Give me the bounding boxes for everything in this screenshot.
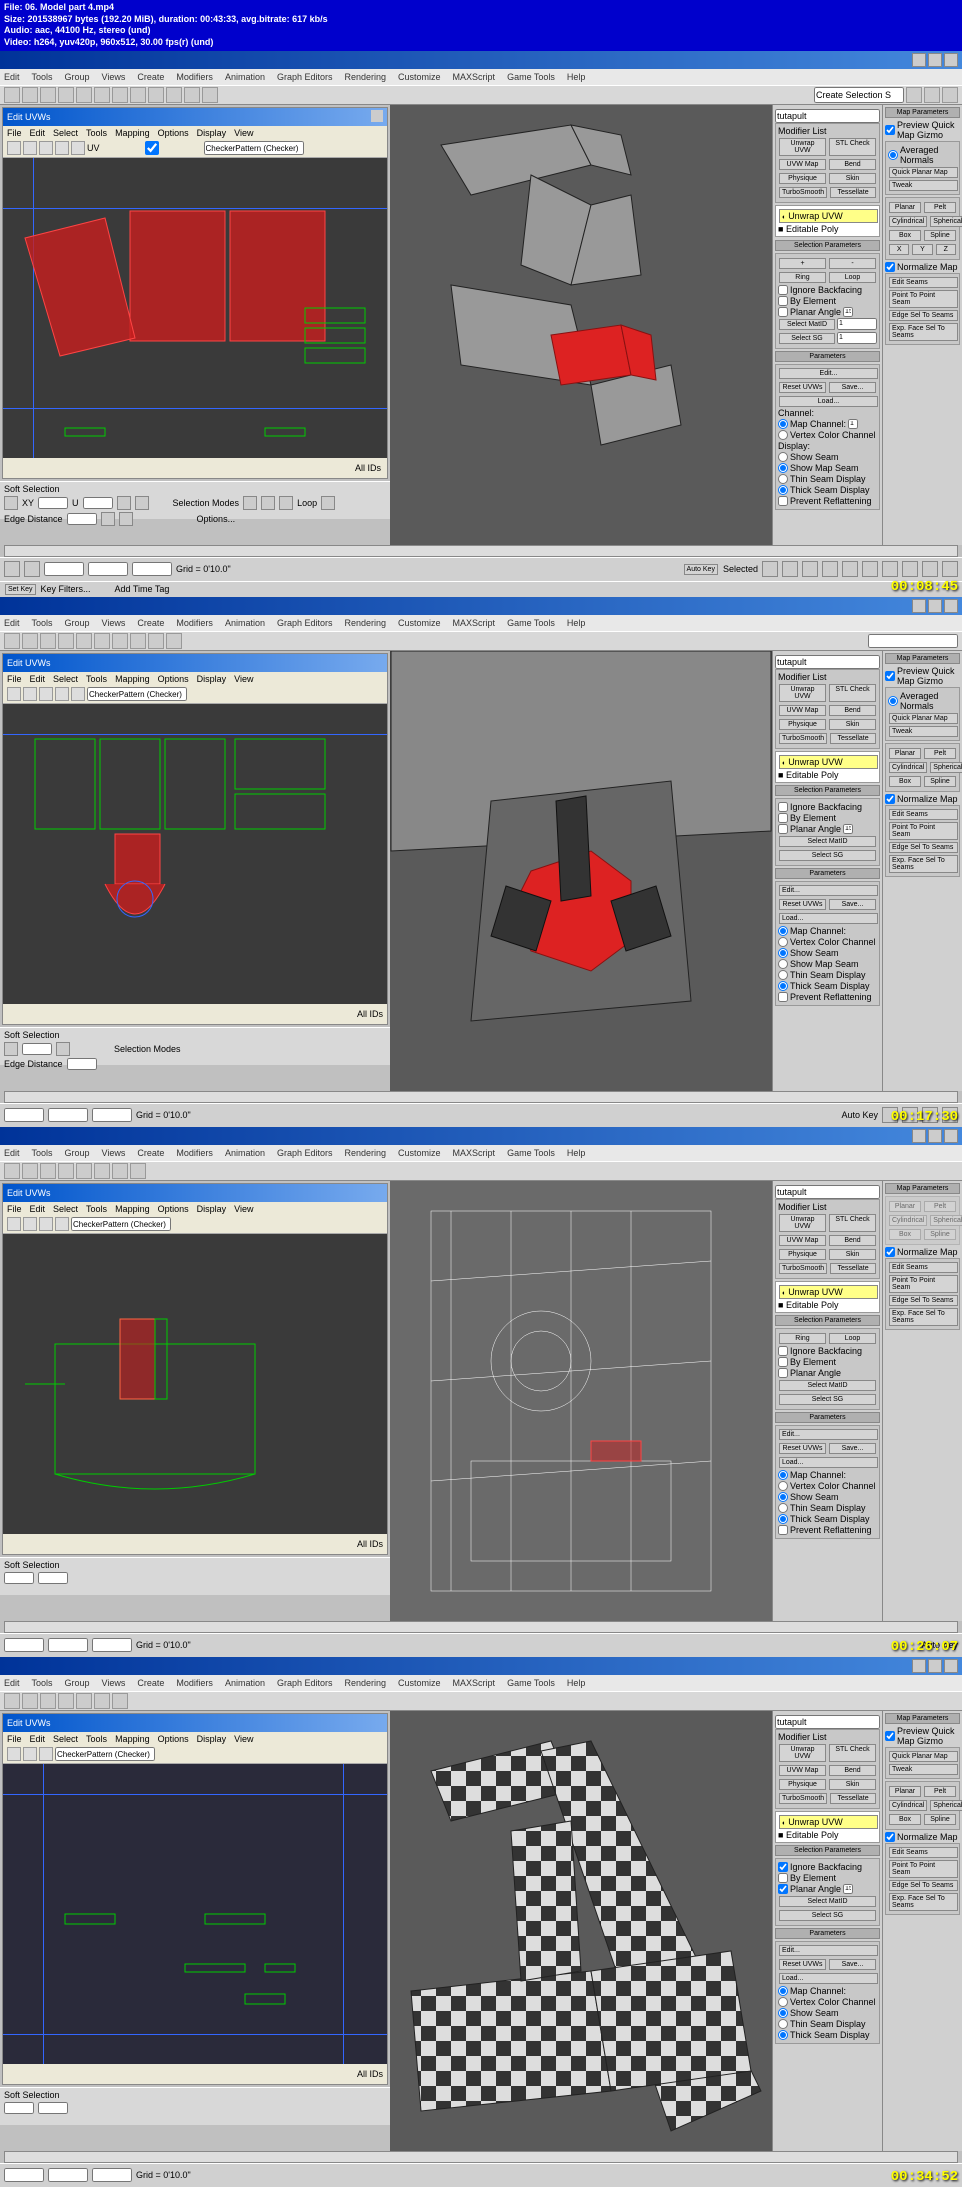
soft-selection-panel[interactable]: Soft Selection XY U Selection Modes Loop… — [0, 481, 390, 519]
selection-dropdown[interactable] — [814, 87, 904, 103]
uv-editor-window: Edit UVWs FileEditSelectToolsMappingOpti… — [2, 107, 388, 479]
uv-canvas[interactable] — [3, 1764, 387, 2064]
3d-viewport[interactable] — [390, 105, 772, 545]
app-instance-3: EditToolsGroupViewsCreateModifiersAnimat… — [0, 1127, 962, 1657]
uv-toolbar[interactable]: UV — [3, 140, 387, 158]
uv-menubar[interactable]: FileEditSelectToolsMappingOptionsDisplay… — [3, 126, 387, 140]
main-toolbar[interactable] — [0, 85, 962, 105]
status-bar[interactable]: Grid = 0'10.0" Auto Key Selected — [0, 557, 962, 581]
3d-viewport[interactable] — [390, 1181, 772, 1621]
app-instance-1: EditToolsGroupViewsCreateModifiersAnimat… — [0, 51, 962, 597]
checker-input[interactable] — [204, 141, 304, 155]
command-panel[interactable]: Modifier List Unwrap UVWSTL Check UVW Ma… — [772, 105, 882, 545]
3d-viewport[interactable] — [390, 1711, 772, 2151]
3d-viewport[interactable] — [390, 651, 772, 1091]
timestamp: 00:08:45 — [891, 579, 958, 595]
app-instance-4: EditToolsGroupViewsCreateModifiersAnimat… — [0, 1657, 962, 2187]
map-parameters-panel[interactable]: Map Parameters Preview Quick Map Gizmo A… — [882, 105, 962, 545]
media-info-header: File: 06. Model part 4.mp4 Size: 2015389… — [0, 0, 962, 51]
close-icon[interactable] — [371, 110, 383, 122]
timeline[interactable] — [4, 545, 958, 557]
main-menubar[interactable]: EditToolsGroupViewsCreateModifiersAnimat… — [0, 69, 962, 85]
maximize-icon[interactable] — [928, 53, 942, 67]
uv-canvas[interactable] — [3, 704, 387, 1004]
app-instance-2: EditToolsGroupViewsCreateModifiersAnimat… — [0, 597, 962, 1127]
minimize-icon[interactable] — [912, 53, 926, 67]
uv-canvas[interactable] — [3, 158, 387, 458]
close-icon[interactable] — [944, 53, 958, 67]
object-name-input[interactable] — [775, 109, 880, 123]
app-titlebar — [0, 51, 962, 69]
uv-bottom-bar[interactable]: All IDs — [3, 458, 387, 478]
uv-canvas[interactable] — [3, 1234, 387, 1534]
